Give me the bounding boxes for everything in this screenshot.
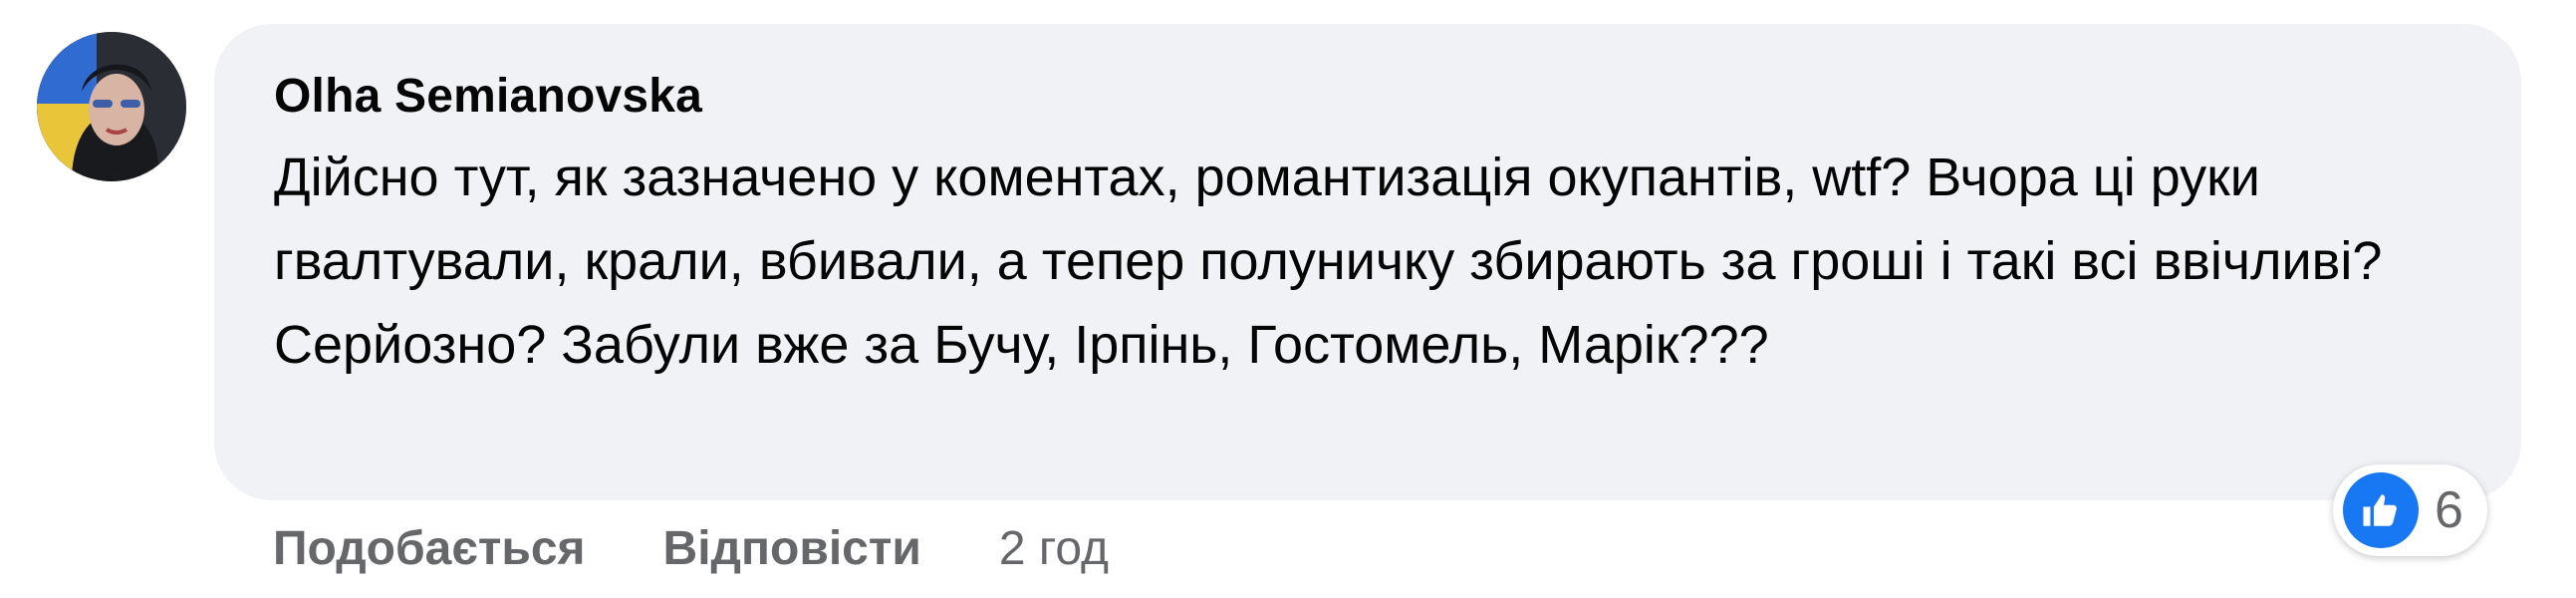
like-icon	[2343, 472, 2419, 548]
comment-text: Дійсно тут, як зазначено у коментах, ром…	[274, 148, 2383, 375]
like-button[interactable]: Подобається	[273, 521, 586, 576]
comment-bubble: Olha Semianovska Дійсно тут, як зазначен…	[214, 24, 2521, 500]
comment-author[interactable]: Olha Semianovska	[274, 66, 2461, 128]
comment-actions: Подобається Відповісти 2 год	[273, 513, 1109, 583]
thumbs-up-icon	[2363, 494, 2397, 526]
reaction-count: 6	[2435, 481, 2463, 539]
reaction-summary[interactable]: 6	[2333, 464, 2487, 556]
reply-button[interactable]: Відповісти	[663, 521, 921, 576]
comment-timestamp[interactable]: 2 год	[999, 521, 1109, 576]
avatar[interactable]	[37, 32, 186, 181]
avatar-image	[37, 32, 186, 181]
